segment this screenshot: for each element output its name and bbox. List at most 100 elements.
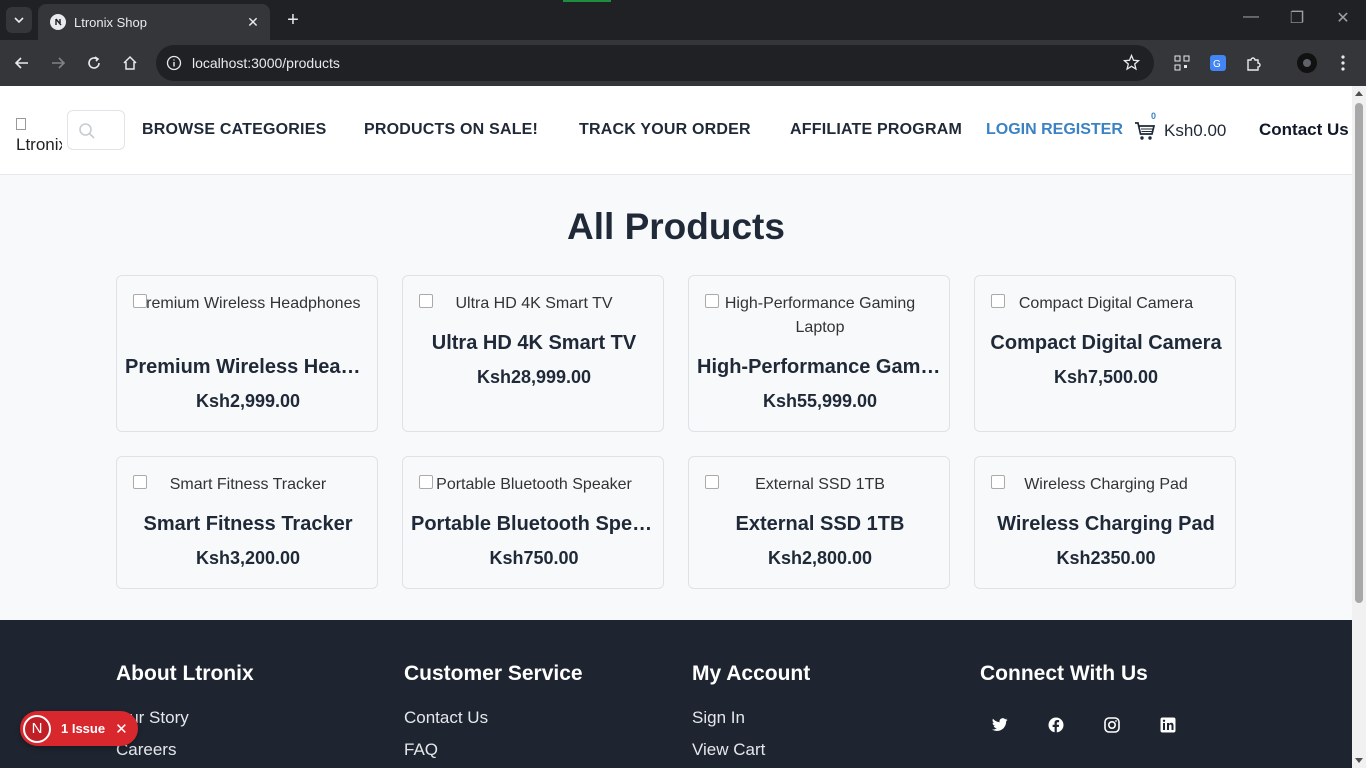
qr-code-icon[interactable] xyxy=(1171,52,1193,74)
product-image: External SSD 1TB xyxy=(705,473,935,497)
site-info-icon[interactable] xyxy=(166,55,182,71)
reload-button[interactable] xyxy=(82,51,106,75)
facebook-icon[interactable] xyxy=(1046,715,1066,735)
scroll-up-icon[interactable] xyxy=(1355,91,1363,96)
browser-tab[interactable]: Ltronix Shop ✕ xyxy=(38,4,270,40)
product-image: Ultra HD 4K Smart TV xyxy=(419,292,649,316)
reload-icon xyxy=(88,56,100,69)
site-logo[interactable]: Ltronix xyxy=(16,112,62,150)
search-input[interactable] xyxy=(67,110,125,150)
product-name[interactable]: High-Performance Gaming Laptop xyxy=(697,356,943,379)
product-price: Ksh3,200.00 xyxy=(195,548,301,568)
product-image: Compact Digital Camera xyxy=(991,292,1221,316)
back-button[interactable] xyxy=(10,51,34,75)
page-viewport: Ltronix BROWSE CATEGORIES PRODUCTS ON SA… xyxy=(0,86,1352,768)
product-name[interactable]: Premium Wireless Headphones xyxy=(125,356,371,379)
broken-image-icon xyxy=(133,294,147,308)
nav-affiliate-program[interactable]: AFFILIATE PROGRAM xyxy=(790,121,962,139)
chevron-down-icon xyxy=(14,17,24,24)
scrollbar-thumb[interactable] xyxy=(1355,103,1363,603)
footer-connect-title: Connect With Us xyxy=(980,662,1148,685)
translate-icon[interactable]: G xyxy=(1207,52,1229,74)
page-title: All Products xyxy=(567,206,785,247)
footer-link-sign-in[interactable]: Sign In xyxy=(692,708,745,728)
broken-image-icon xyxy=(419,294,433,308)
issues-count[interactable]: 1 Issue xyxy=(61,721,105,736)
nav-products-on-sale[interactable]: PRODUCTS ON SALE! xyxy=(364,121,538,139)
browser-menu-icon[interactable] xyxy=(1332,52,1354,74)
restore-icon[interactable]: ❐ xyxy=(1282,8,1312,28)
url-text: localhost:3000/products xyxy=(192,55,340,71)
address-bar[interactable]: localhost:3000/products xyxy=(156,45,1154,81)
logo-alt-text: Ltronix xyxy=(16,135,62,150)
product-image: Smart Fitness Tracker xyxy=(133,473,363,497)
broken-image-icon xyxy=(991,475,1005,489)
svg-text:G: G xyxy=(1213,59,1221,70)
extensions-puzzle-icon[interactable] xyxy=(1243,52,1265,74)
arrow-right-icon xyxy=(52,57,66,69)
footer-link-contact-us[interactable]: Contact Us xyxy=(404,708,488,728)
tab-search-button[interactable] xyxy=(6,7,32,33)
broken-image-icon xyxy=(419,475,433,489)
search-icon xyxy=(79,123,95,139)
broken-image-icon xyxy=(705,294,719,308)
nav-track-your-order[interactable]: TRACK YOUR ORDER xyxy=(579,121,751,139)
tab-group-indicator xyxy=(563,0,611,2)
browser-toolbar: localhost:3000/products G xyxy=(0,40,1366,86)
cart-count-badge: 0 xyxy=(1151,111,1157,121)
product-card[interactable]: Smart Fitness Tracker Smart Fitness Trac… xyxy=(116,456,378,589)
product-card[interactable]: High-Performance Gaming Laptop High-Perf… xyxy=(688,275,950,432)
product-name[interactable]: Ultra HD 4K Smart TV xyxy=(411,332,657,355)
footer-about-title: About Ltronix xyxy=(116,662,254,685)
forward-button[interactable] xyxy=(46,51,70,75)
product-image: Premium Wireless Headphones xyxy=(133,292,363,316)
nav-browse-categories[interactable]: BROWSE CATEGORIES xyxy=(142,121,326,139)
profile-avatar-icon[interactable] xyxy=(1296,52,1318,74)
product-price: Ksh28,999.00 xyxy=(476,367,592,387)
footer-link-view-cart[interactable]: View Cart xyxy=(692,740,765,760)
bookmark-star-icon[interactable] xyxy=(1123,54,1140,71)
linkedin-icon[interactable] xyxy=(1158,715,1178,735)
product-card[interactable]: Portable Bluetooth Speaker Portable Blue… xyxy=(402,456,664,589)
home-button[interactable] xyxy=(118,51,142,75)
close-icon[interactable]: ✕ xyxy=(115,720,128,738)
product-price: Ksh750.00 xyxy=(489,548,579,568)
product-card[interactable]: Premium Wireless Headphones Premium Wire… xyxy=(116,275,378,432)
product-image: Wireless Charging Pad xyxy=(991,473,1221,497)
product-price: Ksh55,999.00 xyxy=(762,391,878,411)
new-tab-button[interactable]: + xyxy=(282,9,304,31)
contact-us-link[interactable]: Contact Us xyxy=(1259,120,1349,140)
product-card[interactable]: External SSD 1TB External SSD 1TB Ksh2,8… xyxy=(688,456,950,589)
footer-link-faq[interactable]: FAQ xyxy=(404,740,438,760)
dev-issues-badge[interactable]: N 1 Issue ✕ xyxy=(20,711,138,746)
cart-button[interactable]: 0 xyxy=(1134,111,1156,147)
broken-image-icon xyxy=(16,117,26,130)
product-name[interactable]: Smart Fitness Tracker xyxy=(125,513,371,536)
footer-account-title: My Account xyxy=(692,662,811,685)
page-scrollbar[interactable] xyxy=(1352,86,1366,768)
product-name[interactable]: Portable Bluetooth Speaker xyxy=(411,513,657,536)
product-card[interactable]: Wireless Charging Pad Wireless Charging … xyxy=(974,456,1236,589)
twitter-icon[interactable] xyxy=(990,715,1010,735)
shopping-cart-icon xyxy=(1135,122,1156,140)
instagram-icon[interactable] xyxy=(1102,715,1122,735)
site-header: Ltronix BROWSE CATEGORIES PRODUCTS ON SA… xyxy=(0,86,1352,175)
tab-title: Ltronix Shop xyxy=(74,14,147,30)
login-register-link[interactable]: LOGIN REGISTER xyxy=(986,121,1123,139)
home-icon xyxy=(123,55,137,70)
scroll-down-icon[interactable] xyxy=(1355,758,1363,763)
product-image: Portable Bluetooth Speaker xyxy=(419,473,649,497)
window-close-icon[interactable]: ✕ xyxy=(1328,8,1358,28)
nextjs-logo-icon[interactable]: N xyxy=(23,714,51,743)
product-name[interactable]: External SSD 1TB xyxy=(697,513,943,536)
product-image: High-Performance Gaming Laptop xyxy=(705,292,935,340)
product-card[interactable]: Compact Digital Camera Compact Digital C… xyxy=(974,275,1236,432)
product-name[interactable]: Wireless Charging Pad xyxy=(983,513,1229,536)
product-card[interactable]: Ultra HD 4K Smart TV Ultra HD 4K Smart T… xyxy=(402,275,664,432)
arrow-left-icon xyxy=(14,57,28,69)
product-name[interactable]: Compact Digital Camera xyxy=(983,332,1229,355)
footer-service-title: Customer Service xyxy=(404,662,583,685)
minimize-icon[interactable]: — xyxy=(1236,8,1266,26)
tab-close-icon[interactable]: ✕ xyxy=(244,14,262,31)
cart-total: Ksh0.00 xyxy=(1164,121,1227,140)
